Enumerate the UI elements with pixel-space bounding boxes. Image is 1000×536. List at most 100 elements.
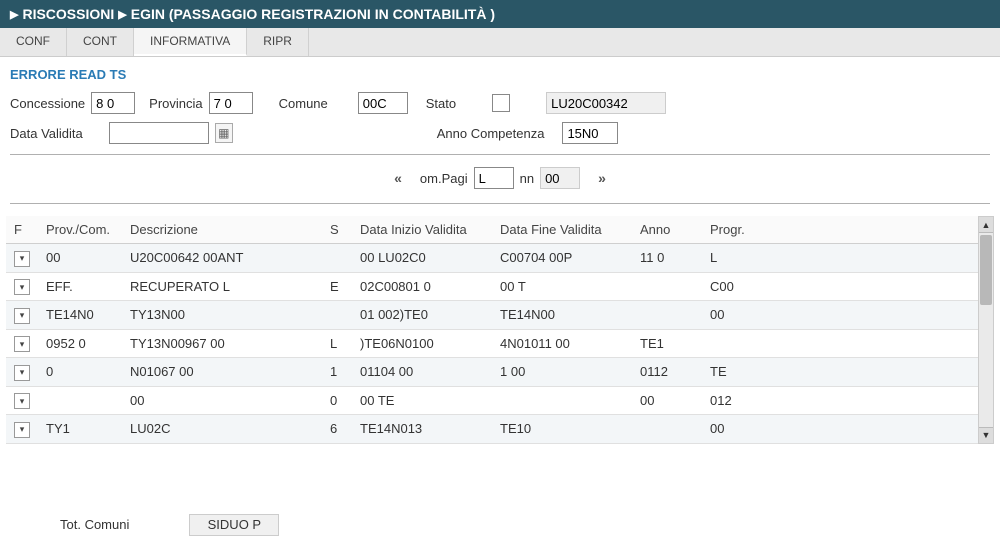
cell-df: 1 00: [492, 358, 632, 387]
scroll-thumb[interactable]: [980, 235, 992, 305]
cell-di: 00 TE: [352, 386, 492, 415]
cell-anno: TE1: [632, 329, 702, 358]
cell-anno: [632, 415, 702, 444]
table-row[interactable]: ▾0N01067 00101104 001 000112TE: [6, 358, 978, 387]
cell-anno: 11 0: [632, 244, 702, 273]
col-di: Data Inizio Validita: [352, 216, 492, 244]
cell-prov: [38, 386, 122, 415]
vertical-scrollbar[interactable]: ▲ ▼: [978, 216, 994, 444]
row-dropdown-icon[interactable]: ▾: [14, 308, 30, 324]
form-row-1: Concessione Provincia Comune Stato: [0, 88, 1000, 118]
stato-checkbox[interactable]: [492, 94, 510, 112]
cell-s: 0: [322, 386, 352, 415]
table-row[interactable]: ▾ TE14N0 TY13N00 01 002)TE0 TE14N00 00: [6, 301, 978, 330]
table-row[interactable]: ▾00000 TE00012: [6, 386, 978, 415]
cell-anno: [632, 301, 702, 330]
cell-df: C00704 00P: [492, 244, 632, 273]
pager-page-input[interactable]: [474, 167, 514, 189]
data-validita-input[interactable]: [109, 122, 209, 144]
row-dropdown-icon[interactable]: ▾: [14, 279, 30, 295]
data-table: F Prov./Com. Descrizione S Data Inizio V…: [6, 216, 978, 444]
col-progr: Progr.: [702, 216, 978, 244]
pager-nn-label: nn: [520, 171, 534, 186]
cell-di: 01 002)TE0: [352, 301, 492, 330]
cell-df: 00 T: [492, 272, 632, 301]
cell-desc: LU02C: [122, 415, 322, 444]
cell-prov: TY1: [38, 415, 122, 444]
cell-df: TE14N00: [492, 301, 632, 330]
cell-prov: TE14N0: [38, 301, 122, 330]
cell-s: [322, 301, 352, 330]
tab-conf[interactable]: CONF: [0, 28, 67, 56]
cell-di: 02C00801 0: [352, 272, 492, 301]
scroll-up-icon[interactable]: ▲: [979, 217, 993, 233]
pager-next-icon[interactable]: »: [598, 170, 606, 186]
tab-informativa[interactable]: INFORMATIVA: [134, 28, 247, 56]
col-s: S: [322, 216, 352, 244]
cell-progr: 00: [702, 301, 978, 330]
row-dropdown-icon[interactable]: ▾: [14, 422, 30, 438]
row-dropdown-icon[interactable]: ▾: [14, 251, 30, 267]
cell-progr: 012: [702, 386, 978, 415]
breadcrumb-arrow-icon: ▶: [118, 8, 126, 21]
screen-title: EGIN (PASSAGGIO REGISTRAZIONI IN CONTABI…: [131, 6, 495, 22]
table-row[interactable]: ▾ EFF.RECUPERATO LE02C00801 000 T C00: [6, 272, 978, 301]
cell-desc: U20C00642 00ANT: [122, 244, 322, 273]
cell-s: 1: [322, 358, 352, 387]
cell-df: TE10: [492, 415, 632, 444]
divider: [10, 154, 990, 155]
provincia-input[interactable]: [209, 92, 253, 114]
cell-desc: TY13N00967 00: [122, 329, 322, 358]
cell-progr: 00: [702, 415, 978, 444]
cell-s: 6: [322, 415, 352, 444]
cell-progr: C00: [702, 272, 978, 301]
cell-prov: EFF.: [38, 272, 122, 301]
anno-competenza-label: Anno Competenza: [437, 126, 545, 141]
table-row[interactable]: ▾ TY1 LU02C6 TE14N013 TE10 00: [6, 415, 978, 444]
breadcrumb-arrow-icon: ▶: [10, 8, 18, 21]
comune-input[interactable]: [358, 92, 408, 114]
cell-anno: 0112: [632, 358, 702, 387]
calendar-icon[interactable]: ▦: [215, 123, 233, 143]
pager-prev-icon[interactable]: «: [394, 170, 402, 186]
cell-prov: 0952 0: [38, 329, 122, 358]
cell-df: [492, 386, 632, 415]
module-label: RISCOSSIONI: [22, 6, 114, 22]
cell-anno: 00: [632, 386, 702, 415]
table-row[interactable]: ▾00U20C00642 00ANT 00 LU02C0C00704 00P11…: [6, 244, 978, 273]
tot-comuni-label: Tot. Comuni: [60, 517, 129, 532]
cell-desc: TY13N00: [122, 301, 322, 330]
cell-anno: [632, 272, 702, 301]
tab-cont[interactable]: CONT: [67, 28, 134, 56]
app-header: ▶ RISCOSSIONI ▶ EGIN (PASSAGGIO REGISTRA…: [0, 0, 1000, 28]
stato-label: Stato: [426, 96, 456, 111]
error-message: ERRORE READ TS: [0, 57, 1000, 88]
tab-ripr[interactable]: RIPR: [247, 28, 309, 56]
data-validita-label: Data Validita: [10, 126, 83, 141]
col-f: F: [6, 216, 38, 244]
cell-desc: RECUPERATO L: [122, 272, 322, 301]
table-row[interactable]: ▾0952 0 TY13N00967 00L)TE06N01004N01011 …: [6, 329, 978, 358]
cell-desc: N01067 00: [122, 358, 322, 387]
row-dropdown-icon[interactable]: ▾: [14, 365, 30, 381]
cell-progr: L: [702, 244, 978, 273]
anno-competenza-input[interactable]: [562, 122, 618, 144]
col-anno: Anno: [632, 216, 702, 244]
scroll-track[interactable]: [979, 233, 993, 427]
concessione-input[interactable]: [91, 92, 135, 114]
provincia-label: Provincia: [149, 96, 202, 111]
row-dropdown-icon[interactable]: ▾: [14, 393, 30, 409]
siduo-display: SIDUO P: [189, 514, 279, 536]
scroll-down-icon[interactable]: ▼: [979, 427, 993, 443]
cell-di: 00 LU02C0: [352, 244, 492, 273]
cell-di: 01104 00: [352, 358, 492, 387]
row-dropdown-icon[interactable]: ▾: [14, 336, 30, 352]
footer: Tot. Comuni SIDUO P: [0, 444, 1000, 536]
cell-s: E: [322, 272, 352, 301]
pager: « om.Pagi nn »: [0, 161, 1000, 197]
cell-di: )TE06N0100: [352, 329, 492, 358]
pager-total: [540, 167, 580, 189]
cell-di: TE14N013: [352, 415, 492, 444]
divider: [10, 203, 990, 204]
cell-s: [322, 244, 352, 273]
